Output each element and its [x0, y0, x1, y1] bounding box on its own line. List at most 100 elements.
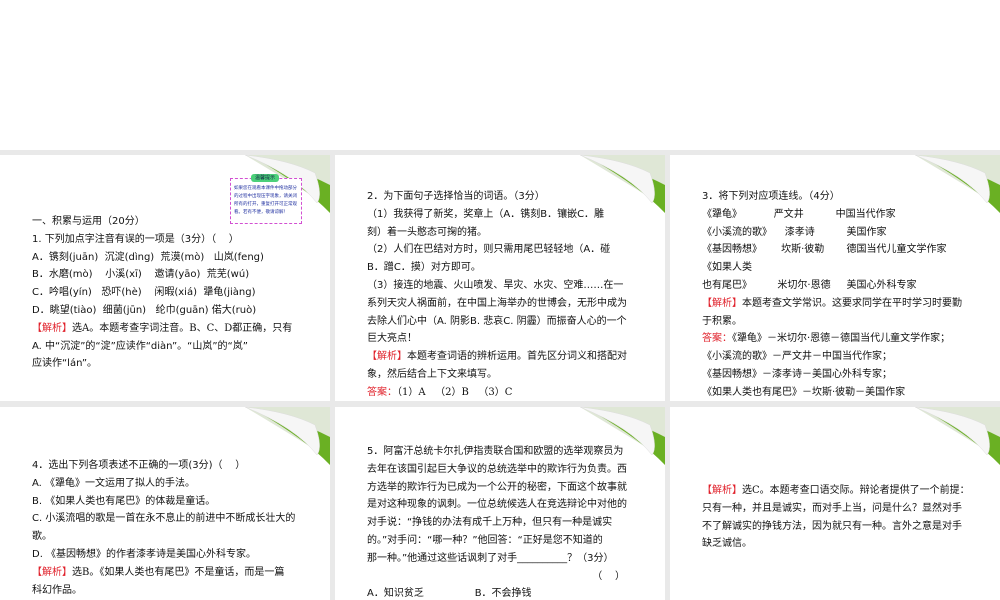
text-line: 象，然后结合上下文来填写。 [367, 366, 645, 384]
text-line: 【解析】本题考查词语的辨析运用。首先区分词义和搭配对 [367, 348, 645, 366]
line-text: 缺乏诚信。 [702, 538, 752, 550]
text-line: 刻）着一头憨态可掬的猪。 [367, 224, 645, 242]
text-line: D. 《基因畅想》的作者漆孝诗是美国心外科专家。 [32, 546, 310, 564]
text-line: 科幻作品。 [32, 582, 310, 600]
slide-thumbnail-3[interactable]: 3．将下列对应项连线。（4分） 《犟龟》 严文井 中国当代作家《小溪流的歌》 漆孝… [670, 155, 1000, 401]
text-line: （ ） [367, 568, 645, 586]
text-line: B. 《如果人类也有尾巴》的体裁是童话。 [32, 493, 310, 511]
text-line: 《犟龟》 严文井 中国当代作家 [702, 206, 980, 224]
slide-text: 4．选出下列各项表述不正确的一项(3分)（ ） A. 《犟龟》一文运用了拟人的手法… [32, 457, 310, 599]
line-text: （ ） [592, 570, 625, 582]
line-text: A．镌刻(juān) 沉淀(dìng) 荒漠(mò) 山岚(feng) [32, 251, 264, 263]
line-text: 5．阿富汗总统卡尔扎伊指责联合国和欧盟的选举观察员为 [367, 446, 624, 457]
analysis-label: 【解析】 [702, 485, 742, 496]
line-text: C. 小溪流唱的歌是一首在永不息止的前进中不断成长壮大的 [32, 513, 296, 525]
text-line: 【解析】本题考查文学常识。这要求同学在平时学习时要勤 [702, 295, 980, 313]
line-text: B．蹭C．摸）对方即可。 [367, 262, 481, 274]
text-line: 5．阿富汗总统卡尔扎伊指责联合国和欧盟的选举观察员为 [367, 443, 645, 461]
text-line: 缺乏诚信。 [702, 535, 980, 553]
slide-thumbnail-4[interactable]: 4．选出下列各项表述不正确的一项(3分)（ ） A. 《犟龟》一文运用了拟人的手法… [0, 407, 330, 600]
line-text: 《小溪流的歌》－严文井－中国当代作家； [702, 351, 892, 363]
line-text: B. 《如果人类也有尾巴》的体裁是童话。 [32, 495, 216, 507]
line-text: 去年在该国引起巨大争议的总统选举中的欺诈行为负责。西 [367, 463, 627, 475]
page-curl-decoration [905, 407, 1000, 477]
slide-thumbnail-6[interactable]: 【解析】选C。本题考查口语交际。辩论者提供了一个前提： 只有一种，并且是诚实，而对… [670, 407, 1000, 600]
text-line: 也有尾巴》 米切尔·恩德 美国心外科专家 [702, 277, 980, 295]
slide-text: 2．为下面句子选择恰当的词语。（3分） （1）我获得了新奖，奖章上（A．镌刻B．镶… [367, 188, 645, 401]
analysis-label: 【解析】 [32, 566, 72, 578]
text-line: 【解析】选C。本题考查口语交际。辩论者提供了一个前提： [702, 482, 980, 500]
line-text: （1）我获得了新奖，奖章上（A．镌刻B．镶嵌C．雕 [367, 208, 605, 220]
text-line: 是对这种现象的讽刺。一位总统候选人在竞选辩论中对他的 [367, 496, 645, 514]
text-line: C．吟唱(yín) 恐吓(hè) 闲暇(xiá) 犟龟(jiàng) [32, 284, 310, 302]
line-text: （3）接连的地震、火山喷发、旱灾、水灾、空难……在一 [367, 279, 624, 291]
text-line: A．镌刻(juān) 沉淀(dìng) 荒漠(mò) 山岚(feng) [32, 249, 310, 267]
line-text: 选C。本题考查口语交际。辩论者提供了一个前提： [742, 485, 970, 496]
text-line: 《基因畅想》－漆孝诗－美国心外科专家； [702, 366, 980, 384]
text-line: A. 中“沉淀”的“淀”应读作“diàn”。“山岚”的“岚” [32, 338, 310, 356]
text-line: A．知识贫乏 B．不会挣钱 [367, 585, 645, 600]
text-line: 于积累。 [702, 313, 980, 331]
line-text: 1. 下列加点字注音有误的一项是（3分）（ ） [32, 233, 239, 245]
text-line: （2）人们在巴结对方时，则只需用尾巴轻轻地（A．碰 [367, 241, 645, 259]
line-text: 也有尾巴》 米切尔·恩德 美国心外科专家 [702, 279, 917, 291]
line-text: 应读作“lán”。 [32, 358, 98, 370]
line-text: 不了解诚实的挣钱方法，因为就只有一种。言外之意是对手 [702, 520, 962, 532]
line-text: 去除人们心中（A. 阴影B. 悲哀C. 阴霾）而振奋人心的一个 [367, 315, 627, 327]
text-line: 答案：（1）A （2）B （3）C [367, 384, 645, 401]
line-text: 《犟龟》 严文井 中国当代作家 [702, 208, 896, 220]
text-line: B．蹭C．摸）对方即可。 [367, 259, 645, 277]
text-line: 《如果人类也有尾巴》－坎斯·彼勒－美国作家 [702, 384, 980, 401]
line-text: 一、积累与运用（20分） [32, 216, 145, 227]
text-line: 歌。 [32, 528, 310, 546]
line-text: 选B。《如果人类也有尾巴》不是童话，而是一篇 [72, 566, 285, 578]
analysis-label: 【解析】 [367, 351, 407, 363]
line-text: 方选举的欺诈行为已成为一个公开的秘密，下面这个故事就 [367, 481, 627, 493]
line-text: 刻）着一头憨态可掬的猪。 [367, 226, 487, 238]
line-text: （1）A （2）B （3）C [397, 386, 513, 398]
answer-label: 答案： [367, 386, 397, 398]
text-line: 巨大亮点！ [367, 330, 645, 348]
line-text: 对手说：“挣钱的办法有成千上万种，但只有一种是诚实 [367, 517, 613, 529]
line-text: 《基因畅想》 坎斯·彼勒 德国当代儿童文学作家 [702, 244, 947, 256]
slide-thumbnail-2[interactable]: 2．为下面句子选择恰当的词语。（3分） （1）我获得了新奖，奖章上（A．镌刻B．镶… [335, 155, 665, 401]
text-line: 《小溪流的歌》 漆孝诗 美国作家 [702, 224, 980, 242]
text-line: （3）接连的地震、火山喷发、旱灾、水灾、空难……在一 [367, 277, 645, 295]
line-text: 只有一种，并且是诚实，而对手上当，问是什么？显然对手 [702, 502, 962, 514]
line-text: B．水磨(mò) 小溪(xī) 邀请(yāo) 荒芜(wú) [32, 269, 250, 281]
line-text: 象，然后结合上下文来填写。 [367, 368, 497, 380]
text-line: 的。”对手问：“哪一种？”他回答：“正好是您不知道的 [367, 532, 645, 550]
text-line: 3．将下列对应项连线。（4分） [702, 188, 980, 206]
slide-thumbnail-1[interactable]: 温馨提示 如果您在观看本课件中拖动部分的过程中出现压字现象，请关闭所有的打开，重复… [0, 155, 330, 401]
line-text: 2．为下面句子选择恰当的词语。（3分） [367, 191, 545, 202]
slide-text: 【解析】选C。本题考查口语交际。辩论者提供了一个前提： 只有一种，并且是诚实，而对… [702, 482, 980, 553]
line-text: 科幻作品。 [32, 584, 82, 596]
text-line: 1. 下列加点字注音有误的一项是（3分）（ ） [32, 231, 310, 249]
text-line: 4．选出下列各项表述不正确的一项(3分)（ ） [32, 457, 310, 475]
tip-title: 温馨提示 [251, 174, 280, 182]
text-line: 去年在该国引起巨大争议的总统选举中的欺诈行为负责。西 [367, 461, 645, 479]
line-text: A. 中“沉淀”的“淀”应读作“diàn”。“山岚”的“岚” [32, 340, 248, 352]
text-line: 只有一种，并且是诚实，而对手上当，问是什么？显然对手 [702, 500, 980, 518]
line-text: （2）人们在巴结对方时，则只需用尾巴轻轻地（A．碰 [367, 244, 611, 256]
line-text: 本题考查文学常识。这要求同学在平时学习时要勤 [742, 297, 962, 309]
analysis-label: 【解析】 [32, 322, 72, 334]
text-line: C. 小溪流唱的歌是一首在永不息止的前进中不断成长壮大的 [32, 510, 310, 528]
text-line: 去除人们心中（A. 阴影B. 悲哀C. 阴霾）而振奋人心的一个 [367, 313, 645, 331]
line-text: 3．将下列对应项连线。（4分） [702, 191, 840, 202]
answer-label: 答案： [702, 333, 732, 345]
line-text: 歌。 [32, 531, 52, 543]
slide-thumbnail-5[interactable]: 5．阿富汗总统卡尔扎伊指责联合国和欧盟的选举观察员为 去年在该国引起巨大争议的总统… [335, 407, 665, 600]
text-line: 2．为下面句子选择恰当的词语。（3分） [367, 188, 645, 206]
slide-sorter: 温馨提示 如果您在观看本课件中拖动部分的过程中出现压字现象，请关闭所有的打开，重复… [0, 150, 1000, 600]
line-text: D．眺望(tiào) 细菌(jūn) 纶巾(guān) 偌大(ruò) [32, 304, 257, 316]
text-line: 答案：《犟龟》－米切尔·恩德－德国当代儿童文学作家； [702, 330, 980, 348]
text-line: 应读作“lán”。 [32, 355, 310, 373]
text-line: 不了解诚实的挣钱方法，因为就只有一种。言外之意是对手 [702, 518, 980, 536]
line-text: D. 《基因畅想》的作者漆孝诗是美国心外科专家。 [32, 548, 257, 560]
text-line: 《基因畅想》 坎斯·彼勒 德国当代儿童文学作家 [702, 241, 980, 259]
text-line: 对手说：“挣钱的办法有成千上万种，但只有一种是诚实 [367, 514, 645, 532]
slide-text: 5．阿富汗总统卡尔扎伊指责联合国和欧盟的选举观察员为 去年在该国引起巨大争议的总统… [367, 443, 645, 600]
slide-text: 一、积累与运用（20分） 1. 下列加点字注音有误的一项是（3分）（ ） A．镌刻(… [32, 213, 310, 373]
line-text: 选A。本题考查字词注音。B、C、D都正确，只有 [72, 322, 293, 334]
